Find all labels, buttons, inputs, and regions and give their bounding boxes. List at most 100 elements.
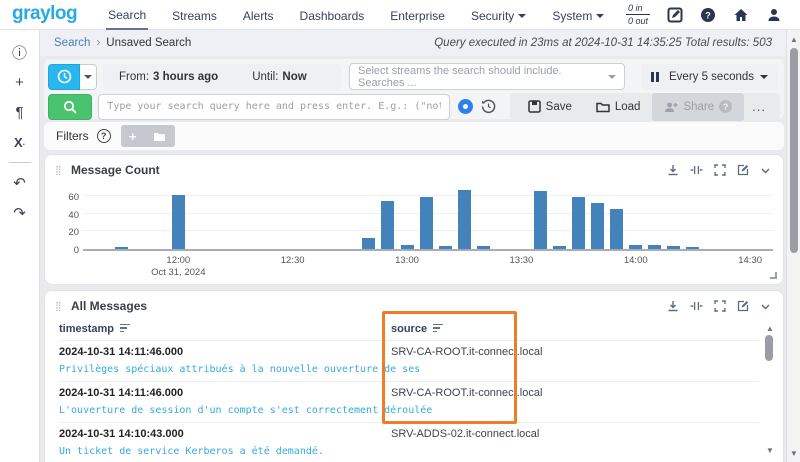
throughput-indicator[interactable]: 0 in 0 out: [626, 3, 650, 26]
time-range-button[interactable]: [48, 64, 80, 90]
user-icon[interactable]: [765, 6, 782, 23]
scroll-down-arrow[interactable]: ▼: [763, 443, 777, 457]
time-range-caret-button[interactable]: [80, 64, 97, 90]
table-row[interactable]: 2024-10-31 14:10:43.000 SRV-ADDS-02.it-c…: [59, 422, 759, 462]
focus-icon[interactable]: [690, 164, 703, 176]
drag-handle-icon[interactable]: ⣿: [55, 304, 65, 309]
graylog-logo[interactable]: graylog: [12, 3, 77, 25]
query-history-icon[interactable]: [481, 99, 496, 114]
fields-icon[interactable]: X.: [8, 130, 32, 154]
sort-icon[interactable]: [433, 324, 443, 335]
table-row[interactable]: 2024-10-31 14:11:46.000 SRV-CA-ROOT.it-c…: [59, 381, 759, 422]
search-button[interactable]: [48, 94, 92, 120]
filters-bar: Filters ? +: [44, 122, 784, 150]
message-text: Privilèges spéciaux attribués à la nouve…: [59, 364, 759, 375]
pause-icon[interactable]: [651, 72, 659, 82]
query-help-icon[interactable]: [458, 99, 473, 114]
scroll-down-arrow[interactable]: ▼: [787, 446, 800, 460]
pilcrow-icon[interactable]: ¶: [8, 100, 32, 124]
chart-bar[interactable]: [610, 209, 623, 249]
column-header-timestamp[interactable]: timestamp: [59, 323, 391, 335]
chevron-down-icon[interactable]: [760, 165, 771, 176]
filters-help-icon[interactable]: ?: [97, 129, 111, 143]
edit-icon[interactable]: [737, 164, 749, 176]
x-axis-tick: 12:30: [281, 255, 305, 266]
search-query-input[interactable]: [98, 94, 449, 120]
scrollbar-thumb[interactable]: [765, 335, 773, 361]
chart-bar[interactable]: [667, 246, 680, 249]
download-icon[interactable]: [667, 164, 679, 176]
help-icon[interactable]: ?: [699, 6, 716, 23]
more-actions-button[interactable]: ...: [744, 99, 774, 114]
chart-bar[interactable]: [362, 238, 375, 249]
table-row[interactable]: 2024-10-31 14:11:46.000 SRV-CA-ROOT.it-c…: [59, 340, 759, 381]
all-messages-widget: ⣿ All Messages timestamp source: [44, 290, 784, 462]
nav-security[interactable]: Security: [469, 1, 528, 29]
query-status-text: Query executed in 23ms at 2024-10-31 14:…: [434, 37, 772, 49]
save-button[interactable]: Save: [516, 93, 584, 121]
chart-bar[interactable]: [572, 197, 585, 249]
fullscreen-icon[interactable]: [714, 300, 726, 312]
share-button[interactable]: Share ?: [652, 93, 744, 121]
source-cell: SRV-CA-ROOT.it-connect.local: [391, 387, 759, 399]
filters-label: Filters: [56, 129, 89, 143]
graylog-app: graylog Search Streams Alerts Dashboards…: [0, 0, 800, 462]
scroll-up-arrow[interactable]: ▲: [787, 32, 800, 46]
left-sidebar: ⓘ + ¶ X. ↶ ↷: [0, 30, 40, 462]
breadcrumb-search-link[interactable]: Search: [54, 37, 90, 49]
add-filter-button[interactable]: +: [121, 125, 175, 147]
scrollbar-thumb[interactable]: [790, 48, 798, 253]
load-button[interactable]: Load: [584, 93, 653, 121]
refresh-interval-select[interactable]: Every 5 seconds: [669, 71, 768, 83]
column-header-source[interactable]: source: [391, 323, 759, 335]
chart-bar[interactable]: [172, 195, 185, 249]
y-axis-tick: 20: [59, 227, 79, 238]
plus-icon[interactable]: +: [8, 70, 32, 94]
nav-system[interactable]: System: [550, 1, 606, 29]
page-scrollbar: ▲ ▼: [786, 30, 800, 462]
chart-bar[interactable]: [477, 246, 490, 249]
sort-icon[interactable]: [120, 324, 130, 335]
stream-select[interactable]: Select streams the search should include…: [349, 63, 625, 90]
drag-handle-icon[interactable]: ⣿: [55, 168, 65, 173]
folder-icon: [596, 101, 610, 113]
edit-icon[interactable]: [666, 6, 683, 23]
source-cell: SRV-CA-ROOT.it-connect.local: [391, 346, 759, 358]
chart-bar[interactable]: [648, 245, 661, 249]
chart-bar[interactable]: [439, 246, 452, 249]
clock-icon: [57, 69, 72, 84]
undo-icon[interactable]: ↶: [8, 171, 32, 195]
breadcrumb-bar: Search › Unsaved Search Query executed i…: [40, 30, 786, 56]
nav-dashboards[interactable]: Dashboards: [298, 1, 367, 29]
chart-bar[interactable]: [458, 190, 471, 249]
chart-bar[interactable]: [534, 191, 547, 249]
chart-bar[interactable]: [591, 203, 604, 249]
nav-search[interactable]: Search: [106, 0, 148, 30]
scroll-up-arrow[interactable]: ▲: [763, 321, 777, 335]
chart-bar[interactable]: [420, 197, 433, 249]
nav-streams[interactable]: Streams: [170, 1, 219, 29]
chevron-down-icon: [596, 14, 604, 18]
edit-icon[interactable]: [737, 300, 749, 312]
chart-bar[interactable]: [401, 245, 414, 249]
chart-bar[interactable]: [629, 245, 642, 249]
chart-bar[interactable]: [553, 246, 566, 249]
info-circle-icon[interactable]: ⓘ: [8, 40, 32, 64]
chart-bar[interactable]: [381, 201, 394, 249]
widget-title: All Messages: [71, 299, 147, 313]
nav-alerts[interactable]: Alerts: [241, 1, 276, 29]
sidebar-divider: [9, 162, 31, 163]
chart-bar[interactable]: [686, 247, 699, 249]
download-icon[interactable]: [667, 300, 679, 312]
resize-handle[interactable]: [770, 272, 777, 279]
message-count-plot[interactable]: [83, 189, 773, 251]
nav-enterprise[interactable]: Enterprise: [388, 1, 447, 29]
focus-icon[interactable]: [690, 300, 703, 312]
plus-icon: +: [129, 129, 137, 144]
redo-icon[interactable]: ↷: [8, 201, 32, 225]
home-icon[interactable]: [732, 6, 749, 23]
fullscreen-icon[interactable]: [714, 164, 726, 176]
chart-bar[interactable]: [115, 247, 128, 249]
chevron-down-icon[interactable]: [760, 301, 771, 312]
time-range-display[interactable]: From:3 hours ago Until:Now: [103, 64, 341, 90]
